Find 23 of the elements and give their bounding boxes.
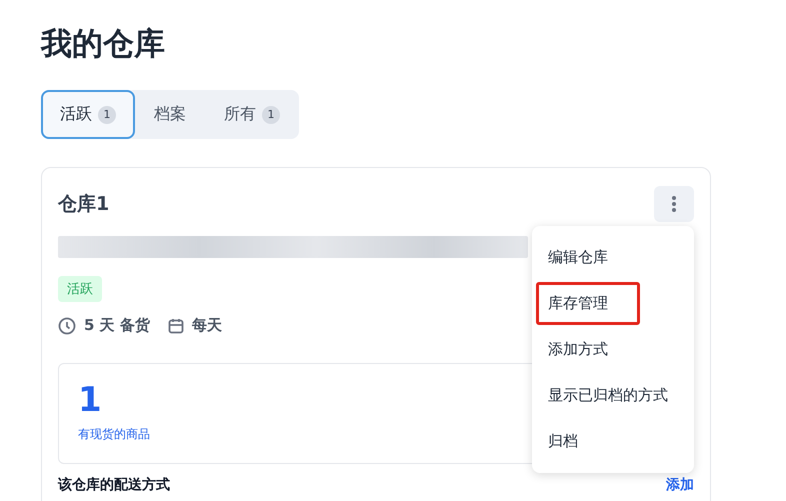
status-badge: 活跃 [58,276,102,302]
more-button[interactable] [654,186,694,222]
add-link[interactable]: 添加 [666,476,694,494]
kebab-icon [671,195,677,213]
page-title: 我的仓库 [41,25,166,64]
menu-item[interactable]: 显示已归档的方式 [536,374,690,417]
section-heading: 该仓库的配送方式 [58,476,170,494]
menu-item[interactable]: 添加方式 [536,328,690,371]
count-badge: 1 [98,106,116,124]
stat-label: 有现货的商品 [78,426,150,443]
menu-item[interactable]: 归档 [536,420,690,463]
tab[interactable]: 所有 1 [205,90,299,139]
count-badge: 1 [262,106,280,124]
lead-time: 5 天 备货 [84,316,150,335]
menu-item[interactable]: 库存管理 [536,282,640,325]
stat-value: 1 [78,380,102,420]
schedule: 每天 [192,316,222,335]
warehouse-name: 仓库1 [58,192,110,217]
tab[interactable]: 档案 [135,90,205,139]
clock-icon [58,316,76,334]
menu-item[interactable]: 编辑仓库 [536,236,690,279]
tab[interactable]: 活跃 1 [41,90,135,139]
calendar-icon [168,318,184,334]
